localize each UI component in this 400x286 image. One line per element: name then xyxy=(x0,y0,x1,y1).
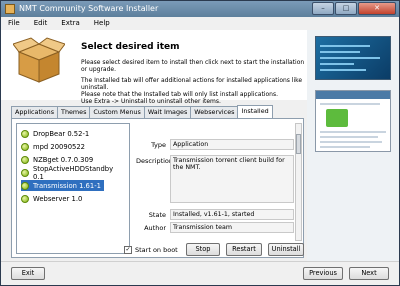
action-row: ✓ Start on boot Stop Restart Uninstall xyxy=(122,243,304,257)
tab-webservices[interactable]: Webservices xyxy=(190,106,239,118)
start-on-boot-checkbox[interactable]: ✓ xyxy=(124,246,132,254)
tab-installed[interactable]: Installed xyxy=(237,105,273,118)
uninstall-button[interactable]: Uninstall xyxy=(268,243,304,256)
theme-preview-image xyxy=(315,36,391,80)
list-item[interactable]: DropBear 0.52-1 xyxy=(21,128,92,139)
status-dot-icon xyxy=(21,194,29,203)
installed-tab-panel: DropBear 0.52-1 mpd 20090522 NZBget 0.7.… xyxy=(11,118,304,258)
state-label: State xyxy=(148,211,166,219)
tab-wait-images[interactable]: Wait Images xyxy=(143,106,192,118)
state-value: Installed, v1.61-1, started xyxy=(170,209,294,220)
details-panel: Type Application Description Transmissio… xyxy=(136,123,301,241)
title-bar: NMT Community Software Installer – □ ✕ xyxy=(1,1,399,17)
list-item[interactable]: StopActiveHDDStandby 0.1 xyxy=(21,165,129,181)
page-title: Select desired item xyxy=(81,42,180,52)
tab-custom-menus[interactable]: Custom Menus xyxy=(89,106,145,118)
description-value: Transmission torrent client build for th… xyxy=(170,155,294,203)
status-dot-icon xyxy=(21,129,29,138)
tab-applications[interactable]: Applications xyxy=(11,106,59,118)
list-item[interactable]: NZBget 0.7.0.309 xyxy=(21,154,96,165)
tab-strip: Applications Themes Custom Menus Wait Im… xyxy=(11,105,273,118)
list-item-selected[interactable]: Transmission 1.61-1 xyxy=(21,180,104,191)
menu-help[interactable]: Help xyxy=(87,17,117,30)
menu-file[interactable]: File xyxy=(1,17,27,30)
restart-button[interactable]: Restart xyxy=(226,243,262,256)
menu-edit[interactable]: Edit xyxy=(27,17,55,30)
exit-button[interactable]: Exit xyxy=(11,267,45,280)
stop-button[interactable]: Stop xyxy=(186,243,220,256)
status-dot-icon xyxy=(21,155,29,164)
window-title: NMT Community Software Installer xyxy=(19,4,159,13)
status-dot-icon xyxy=(21,181,29,190)
footer-bar: Exit Previous Next xyxy=(1,261,399,285)
minimize-icon[interactable]: – xyxy=(312,2,334,15)
installed-items-list[interactable]: DropBear 0.52-1 mpd 20090522 NZBget 0.7.… xyxy=(16,123,130,254)
app-icon xyxy=(5,4,15,14)
tab-themes[interactable]: Themes xyxy=(57,106,91,118)
preview-panel xyxy=(307,30,399,261)
installer-window: NMT Community Software Installer – □ ✕ F… xyxy=(0,0,400,286)
type-value: Application xyxy=(170,139,294,150)
package-box-icon xyxy=(13,37,65,83)
scrollbar-thumb[interactable] xyxy=(296,134,301,154)
header-instructions: Please select desired item to install th… xyxy=(81,59,305,105)
description-label: Description xyxy=(136,157,174,165)
menu-extra[interactable]: Extra xyxy=(54,17,86,30)
author-value: Transmission team xyxy=(170,222,294,233)
next-button[interactable]: Next xyxy=(349,267,389,280)
author-label: Author xyxy=(144,224,166,232)
status-dot-icon xyxy=(21,168,29,177)
maximize-icon[interactable]: □ xyxy=(335,2,357,15)
list-item[interactable]: Webserver 1.0 xyxy=(21,193,85,204)
menu-bar: File Edit Extra Help xyxy=(1,17,399,30)
status-dot-icon xyxy=(21,142,29,151)
webui-preview-image xyxy=(315,90,391,152)
previous-button[interactable]: Previous xyxy=(303,267,343,280)
type-label: Type xyxy=(151,141,166,149)
header-panel: Select desired item Please select desire… xyxy=(1,30,307,105)
details-scrollbar[interactable] xyxy=(295,123,302,241)
list-item[interactable]: mpd 20090522 xyxy=(21,141,88,152)
close-icon[interactable]: ✕ xyxy=(358,2,396,15)
start-on-boot-label: Start on boot xyxy=(135,246,178,254)
